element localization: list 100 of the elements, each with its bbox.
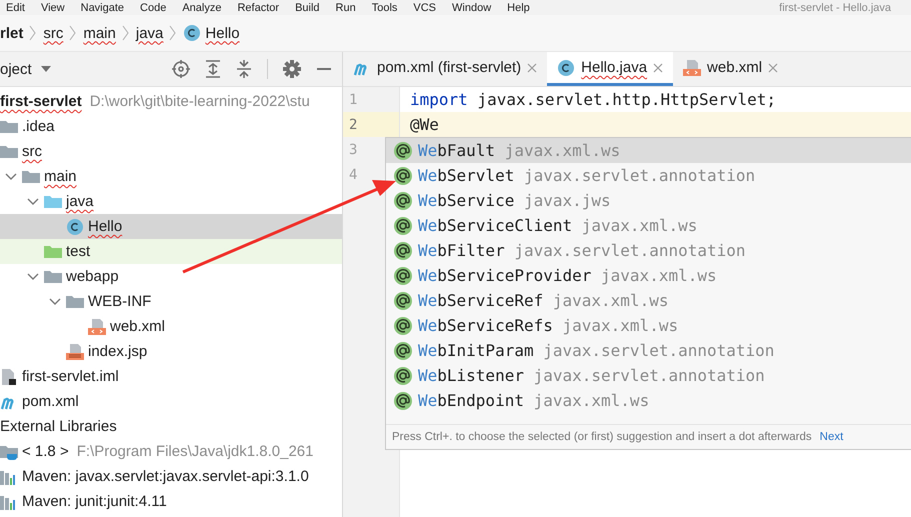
path-label: F:\Program Files\Java\jdk1.8.0_261 [76,443,314,460]
completion-item[interactable]: WebInitParam javax.servlet.annotation [386,338,911,363]
tree-item[interactable]: first-servlet D:\work\git\bite-learning-2022\stu [0,89,342,114]
annotation-icon [394,166,412,184]
line-number: 1 [349,92,358,108]
completion-item[interactable]: WebServiceRef javax.xml.ws [386,288,911,313]
close-icon[interactable] [768,62,778,72]
completion-item[interactable]: WebServlet javax.servlet.annotation [386,163,911,188]
class-icon [66,218,84,234]
editor-tab[interactable]: Hello.java [547,52,674,86]
settings-icon[interactable] [283,60,301,78]
code-line: @We [410,115,439,134]
breadcrumb-item[interactable]: Hello [183,24,240,42]
breadcrumb-item[interactable]: rlet [0,24,24,42]
menu-item[interactable]: Run [336,2,356,14]
tree-item[interactable]: pom.xml [0,389,342,414]
next-tip-link[interactable]: Next [820,431,844,443]
project-dropdown[interactable]: oject [0,60,52,78]
completion-item[interactable]: WebServiceClient javax.xml.ws [386,213,911,238]
tree-item[interactable]: Maven: javax.servlet:javax.servlet-api:3.1.0 [0,464,342,489]
file-icon [0,368,18,384]
breadcrumb-item[interactable]: main [83,24,116,42]
completion-item[interactable]: WebService javax.jws [386,188,911,213]
path-label: D:\work\git\bite-learning-2022\stu [90,93,310,110]
tree-item[interactable]: WEB-INF [0,289,342,314]
library-icon [0,468,18,484]
folder-icon [0,144,18,160]
tree-item[interactable]: java [0,189,342,214]
hint-text: Press Ctrl+. to choose the selected (or first) suggestion and insert a dot afterwards [392,431,812,443]
jdk-folder-icon [0,444,18,460]
completion-item[interactable]: WebFault javax.xml.ws [386,138,911,163]
folder-icon [44,244,62,260]
completion-item[interactable]: WebServiceRefs javax.xml.ws [386,313,911,338]
menu-item[interactable]: View [40,2,65,14]
menu-item[interactable]: Analyze [182,2,222,14]
tree-item[interactable]: test [0,239,342,264]
annotation-icon [394,142,412,160]
class-icon [557,60,576,76]
code-line: import javax.servlet.http.HttpServlet; [410,90,776,109]
menu-item[interactable]: VCS [413,2,436,14]
completion-item[interactable]: WebServiceProvider javax.xml.ws [386,263,911,288]
annotation-icon [394,366,412,384]
breadcrumb-item[interactable]: java [136,24,164,42]
editor-tab[interactable]: web.xml [673,52,788,86]
tree-item[interactable]: web.xml [0,314,342,339]
locate-icon[interactable] [172,60,190,78]
line-number: 4 [349,166,358,182]
completion-item[interactable]: WebFilter javax.servlet.annotation [386,238,911,263]
line-number: 3 [349,142,358,158]
editor-tab[interactable]: pom.xml (first-servlet) [343,52,548,86]
caret-icon [40,65,52,73]
folder-icon [44,194,62,210]
menu-item[interactable]: Navigate [80,2,124,14]
annotation-icon [394,266,412,284]
expanded-chevron-icon[interactable] [27,272,39,282]
tree-item[interactable]: webapp [0,264,342,289]
folder-icon [22,168,40,184]
menu-item[interactable]: Edit [6,2,25,14]
folder-icon [66,294,84,310]
tree-item[interactable]: .idea [0,114,342,139]
tree-item[interactable]: first-servlet.iml [0,364,342,389]
expanded-chevron-icon[interactable] [27,196,39,206]
completion-item[interactable]: WebListener javax.servlet.annotation [386,363,911,388]
annotation-icon [394,392,412,410]
expand-all-icon[interactable] [205,60,221,78]
annotation-icon [394,292,412,310]
folder-icon [44,268,62,284]
menu-item[interactable]: Tools [372,2,398,14]
close-icon[interactable] [653,62,664,72]
menu-item[interactable]: Refactor [237,2,280,14]
menu-item[interactable]: Code [140,2,166,14]
chevron-icon [122,25,130,41]
menu-item[interactable]: Window [452,2,492,14]
menu-item[interactable]: Help [507,2,530,14]
close-icon[interactable] [527,62,538,72]
jsp-file-icon [66,344,84,360]
annotation-icon [394,342,412,360]
tree-item[interactable]: src [0,139,342,164]
xml-file-icon [88,318,106,334]
annotation-icon [394,216,412,234]
breadcrumb-item[interactable]: src [43,24,64,42]
tree-item[interactable]: Hello [0,214,342,239]
line-number: 2 [349,116,358,132]
tree-item[interactable]: Maven: junit:junit:4.11 [0,489,342,514]
window-title: first-servlet - Hello.java [779,2,891,14]
annotation-icon [394,192,412,210]
tree-item[interactable]: < 1.8 > F:\Program Files\Java\jdk1.8.0_261 [0,439,342,464]
collapse-all-icon[interactable] [236,60,252,78]
library-icon [0,494,18,510]
tree-item[interactable]: External Libraries [0,414,342,439]
class-icon [183,25,202,41]
expanded-chevron-icon[interactable] [5,172,17,182]
expanded-chevron-icon[interactable] [49,296,61,306]
menu-item[interactable]: Build [295,2,320,14]
chevron-icon [169,25,178,41]
chevron-icon [69,25,78,41]
tree-item[interactable]: index.jsp [0,339,342,364]
tree-item[interactable]: main [0,164,342,189]
completion-item[interactable]: WebEndpoint javax.xml.ws [386,388,911,413]
chevron-icon [29,25,38,41]
